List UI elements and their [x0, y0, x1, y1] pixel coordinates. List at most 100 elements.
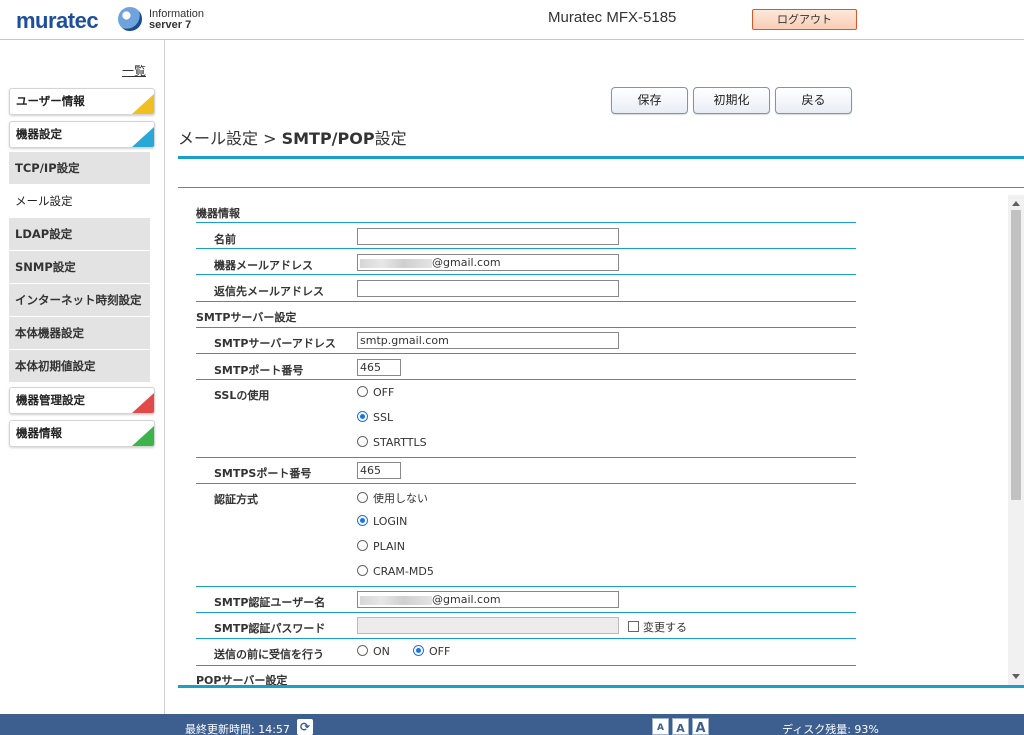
scroll-up-icon[interactable]	[1012, 201, 1020, 206]
radio-selected-icon	[357, 411, 368, 422]
scroll-thumb[interactable]	[1011, 210, 1021, 500]
sidebar-item-label: 機器管理設定	[16, 393, 85, 407]
change-password-checkbox[interactable]: 変更する	[628, 619, 687, 635]
auth-login-label: LOGIN	[373, 515, 408, 528]
smtp-address-field[interactable]: smtp.gmail.com	[357, 332, 619, 349]
auth-none-label: 使用しない	[373, 492, 428, 505]
radio-icon	[357, 565, 368, 576]
sidebar-item-device-settings[interactable]: 機器設定	[9, 121, 155, 148]
content-scrollbar[interactable]	[1008, 195, 1024, 685]
sidebar-item-label: ユーザー情報	[16, 94, 85, 108]
sidebar-item-device-info[interactable]: 機器情報	[9, 420, 155, 447]
row-divider	[196, 483, 856, 484]
green-corner-icon	[132, 426, 154, 446]
scroll-down-icon[interactable]	[1012, 674, 1020, 679]
reply-mail-field[interactable]	[357, 280, 619, 297]
reply-mail-label: 返信先メールアドレス	[214, 285, 324, 298]
auth-user-field[interactable]: @gmail.com	[357, 591, 619, 608]
auth-crammd5-radio[interactable]: CRAM-MD5	[357, 565, 434, 578]
radio-icon	[357, 436, 368, 447]
row-divider	[196, 586, 856, 587]
pop-before-off-radio[interactable]: OFF	[413, 645, 450, 658]
smtp-address-label: SMTPサーバーアドレス	[214, 337, 336, 350]
device-mail-domain: @gmail.com	[432, 256, 501, 269]
ssl-starttls-label: STARTTLS	[373, 436, 427, 449]
font-size-medium-button[interactable]: A	[672, 718, 689, 735]
logout-button[interactable]: ログアウト	[752, 9, 857, 30]
muratec-logo: muratec	[16, 8, 99, 33]
sidebar-item-device-management[interactable]: 機器管理設定	[9, 387, 155, 414]
sidebar-item-label: 機器情報	[16, 426, 62, 440]
auth-password-field[interactable]	[357, 617, 619, 634]
smtp-port-field[interactable]: 465	[357, 359, 401, 376]
sidebar-item-internet-time[interactable]: インターネット時刻設定	[9, 284, 150, 317]
ssl-ssl-label: SSL	[373, 411, 394, 424]
sidebar-item-user-info[interactable]: ユーザー情報	[9, 88, 155, 115]
model-name: Muratec MFX-5185	[548, 9, 677, 26]
ssl-off-label: OFF	[373, 386, 395, 399]
red-corner-icon	[132, 393, 154, 413]
redacted-text	[360, 258, 432, 268]
section-smtp: SMTPサーバー設定	[196, 311, 297, 324]
auth-user-label: SMTP認証ユーザー名	[214, 596, 326, 609]
ssl-off-radio[interactable]: OFF	[357, 386, 394, 399]
font-size-small-button[interactable]: A	[652, 718, 669, 735]
row-divider	[196, 327, 856, 328]
name-field[interactable]	[357, 228, 619, 245]
auth-login-radio[interactable]: LOGIN	[357, 515, 407, 528]
last-update-text: 最終更新時間: 14:57	[185, 723, 290, 735]
redacted-text	[360, 595, 432, 605]
radio-icon	[357, 645, 368, 656]
sidebar-item-snmp[interactable]: SNMP設定	[9, 251, 150, 284]
device-mail-field[interactable]: @gmail.com	[357, 254, 619, 271]
change-password-label: 変更する	[643, 621, 687, 634]
ssl-label: SSLの使用	[214, 389, 270, 402]
blue-corner-icon	[132, 127, 154, 147]
title-main: SMTP/POP	[281, 129, 375, 148]
pop-before-smtp-label: 送信の前に受信を行う	[214, 648, 324, 661]
sidebar-item-label: 機器設定	[16, 127, 62, 141]
app-header: muratec Information server 7 Muratec MFX…	[0, 0, 1024, 40]
row-divider	[196, 457, 856, 458]
pop-before-on-radio[interactable]: ON	[357, 645, 390, 658]
settings-form: 機器情報 名前 機器メールアドレス @gmail.com 返信先メールアドレス …	[178, 195, 1008, 685]
page-title: メール設定 > SMTP/POP設定	[178, 125, 407, 149]
row-divider	[196, 638, 856, 639]
product-line2: server 7	[149, 19, 192, 31]
auth-none-radio[interactable]: 使用しない	[357, 490, 428, 506]
list-link[interactable]: 一覧	[122, 62, 146, 79]
sidebar-item-device-main[interactable]: 本体機器設定	[9, 317, 150, 350]
sidebar-item-device-defaults[interactable]: 本体初期値設定	[9, 350, 150, 383]
device-mail-label: 機器メールアドレス	[214, 259, 313, 272]
title-prefix: メール設定 >	[178, 129, 282, 148]
ssl-starttls-radio[interactable]: STARTTLS	[357, 436, 427, 449]
auth-password-label: SMTP認証パスワード	[214, 622, 326, 635]
sidebar-item-ldap[interactable]: LDAP設定	[9, 218, 150, 251]
ssl-ssl-radio[interactable]: SSL	[357, 411, 393, 424]
title-divider	[178, 156, 1024, 159]
sidebar-item-mail[interactable]: メール設定	[9, 185, 150, 218]
initialize-button[interactable]: 初期化	[693, 87, 770, 114]
section-device-info: 機器情報	[196, 207, 240, 220]
row-divider	[196, 222, 856, 223]
radio-selected-icon	[357, 515, 368, 526]
smtps-port-label: SMTPSポート番号	[214, 467, 312, 480]
pop-before-on-label: ON	[373, 645, 390, 658]
content-divider	[178, 187, 1024, 188]
back-button[interactable]: 戻る	[775, 87, 852, 114]
auth-plain-radio[interactable]: PLAIN	[357, 540, 405, 553]
row-divider	[196, 665, 856, 666]
title-suffix: 設定	[374, 129, 407, 148]
font-size-large-button[interactable]: A	[692, 718, 709, 735]
refresh-icon[interactable]: ⟳	[297, 719, 313, 735]
save-button[interactable]: 保存	[611, 87, 688, 114]
yellow-corner-icon	[132, 94, 154, 114]
status-footer: 最終更新時間: 14:57 ⟳ A A A ディスク残量: 93%	[0, 714, 1024, 735]
sidebar-item-tcpip[interactable]: TCP/IP設定	[9, 152, 150, 185]
row-divider	[196, 248, 856, 249]
pop-before-off-label: OFF	[429, 645, 451, 658]
globe-icon	[118, 7, 142, 31]
smtps-port-field[interactable]: 465	[357, 462, 401, 479]
auth-method-label: 認証方式	[214, 493, 258, 506]
radio-icon	[357, 492, 368, 503]
